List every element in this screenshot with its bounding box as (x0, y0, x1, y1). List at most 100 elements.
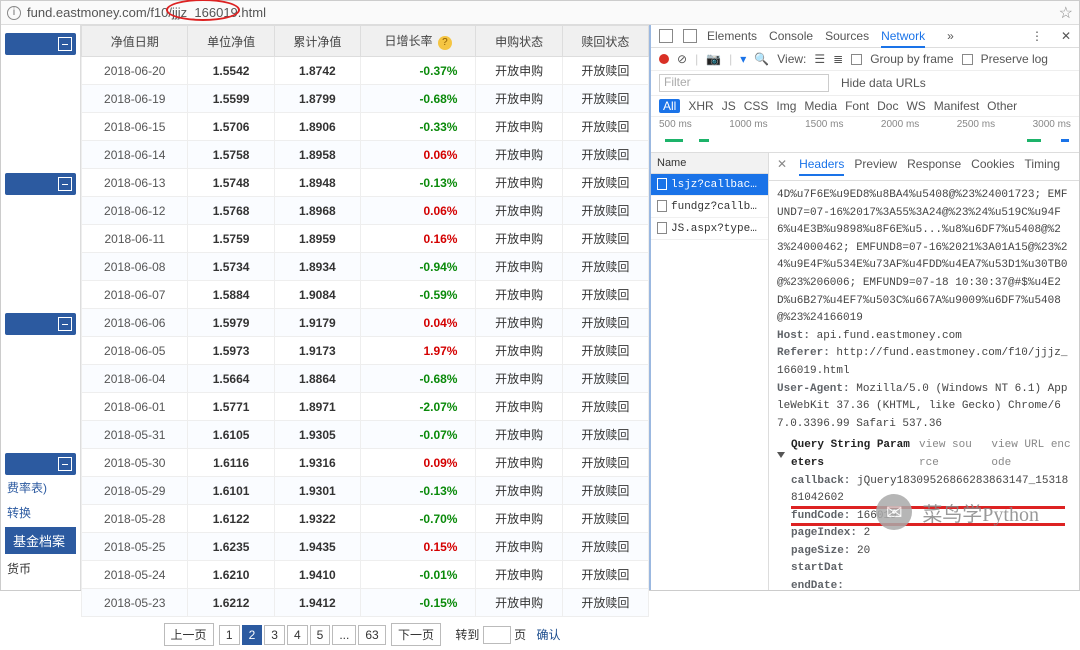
pager-page[interactable]: 3 (264, 625, 285, 645)
table-row: 2018-06-071.58841.9084-0.59%开放申购开放赎回 (82, 281, 649, 309)
pager-confirm[interactable]: 确认 (530, 624, 566, 645)
table-row: 2018-06-061.59791.91790.04%开放申购开放赎回 (82, 309, 649, 337)
filter-type[interactable]: Font (845, 99, 869, 113)
headers-tab[interactable]: Preview (854, 157, 897, 176)
help-icon[interactable]: ? (438, 36, 452, 50)
filter-type[interactable]: Img (776, 99, 796, 113)
cell: 开放赎回 (562, 505, 648, 533)
sidebar-collapse-4[interactable] (5, 453, 76, 475)
preserve-checkbox[interactable] (962, 54, 973, 65)
url-bar[interactable]: i fund.eastmoney.com/f10/jjjz_166019.htm… (1, 1, 1079, 25)
cookie-blob: 4D%u7F6E%u9ED8%u8BA4%u5408@%23%24001723;… (777, 187, 1071, 328)
search-icon[interactable]: 🔍 (754, 52, 769, 66)
request-row[interactable]: lsjz?callback=j... (651, 174, 768, 196)
cell: 开放申购 (476, 85, 562, 113)
clear-icon[interactable]: ⊘ (677, 52, 687, 66)
headers-tab[interactable]: Timing (1025, 157, 1061, 176)
cell: 1.97% (360, 337, 476, 365)
filter-type[interactable]: CSS (744, 99, 769, 113)
devtools-close-icon[interactable]: ✕ (1061, 29, 1071, 43)
chevron-down-icon (777, 452, 785, 458)
view-source-link[interactable]: view source (919, 437, 977, 472)
cell: 开放申购 (476, 365, 562, 393)
cell: 开放赎回 (562, 449, 648, 477)
filter-type[interactable]: JS (722, 99, 736, 113)
filter-type[interactable]: Other (987, 99, 1017, 113)
sidebar-currency-link[interactable]: 货币 (1, 556, 80, 581)
filter-funnel-icon[interactable]: ▾ (740, 52, 746, 66)
filter-type[interactable]: Doc (877, 99, 898, 113)
table-row: 2018-05-231.62121.9412-0.15%开放申购开放赎回 (82, 589, 649, 617)
request-list-header: Name (651, 153, 768, 174)
filter-type[interactable]: Media (804, 99, 837, 113)
filter-type[interactable]: Manifest (934, 99, 979, 113)
filter-type[interactable]: WS (906, 99, 925, 113)
sidebar-fee-link[interactable]: 费率表) (1, 475, 80, 500)
group-checkbox[interactable] (851, 54, 862, 65)
cell: 2018-05-29 (82, 477, 188, 505)
cell: 1.5758 (188, 141, 274, 169)
headers-tab[interactable]: Headers (799, 157, 844, 176)
sidebar-convert-link[interactable]: 转换 (1, 500, 80, 525)
sidebar-archive-link[interactable]: 基金档案 (5, 527, 76, 554)
record-icon[interactable] (659, 54, 669, 64)
devtools-more-tabs[interactable]: » (947, 29, 954, 43)
query-param: endDate: (791, 578, 1071, 590)
col-header: 赎回状态 (562, 26, 648, 57)
pager-goto-input[interactable] (483, 626, 511, 644)
pager-page[interactable]: 2 (242, 625, 263, 645)
view-label: View: (777, 52, 806, 66)
pager-next[interactable]: 下一页 (391, 623, 441, 646)
bookmark-star-icon[interactable]: ☆ (1059, 3, 1073, 23)
request-row[interactable]: fundgz?callbac... (651, 196, 768, 218)
devtools-tab[interactable]: Elements (707, 29, 757, 43)
filter-type[interactable]: All (659, 99, 680, 113)
cell: 开放赎回 (562, 225, 648, 253)
devtools-tab[interactable]: Console (769, 29, 813, 43)
view-large-icon[interactable]: ☰ (814, 52, 825, 66)
sidebar-collapse-1[interactable] (5, 33, 76, 55)
headers-close-icon[interactable]: ✕ (777, 157, 787, 176)
info-icon: i (7, 6, 21, 20)
filter-input[interactable]: Filter (659, 74, 829, 92)
qsp-section-title[interactable]: Query String Parameters view source view… (777, 437, 1071, 472)
pager-prev[interactable]: 上一页 (164, 623, 214, 646)
cell: -0.07% (360, 421, 476, 449)
devtools-tab[interactable]: Sources (825, 29, 869, 43)
request-row[interactable]: JS.aspx?type=... (651, 218, 768, 240)
cell: 2018-06-20 (82, 57, 188, 85)
cell: -0.33% (360, 113, 476, 141)
cell: 1.5599 (188, 85, 274, 113)
view-url-encode-link[interactable]: view URL encode (991, 437, 1071, 472)
host-value: api.fund.eastmoney.com (817, 330, 962, 342)
watermark-text: 菜鸟学Python (922, 498, 1039, 527)
capture-icon[interactable]: 📷 (706, 52, 721, 66)
filter-type-row: All XHR JS CSS Img Media Font Doc WS Manifest Othe… (651, 96, 1079, 117)
headers-tab[interactable]: Cookies (971, 157, 1014, 176)
cell: 开放赎回 (562, 365, 648, 393)
pager-page[interactable]: 63 (358, 625, 385, 645)
cell: 2018-05-30 (82, 449, 188, 477)
cell: 开放申购 (476, 57, 562, 85)
query-param: pageSize: 20 (791, 543, 1071, 561)
devtools-menu-icon[interactable]: ⋮ (1031, 29, 1043, 43)
cell: -0.13% (360, 169, 476, 197)
pager-page[interactable]: 5 (310, 625, 331, 645)
pager-page[interactable]: 4 (287, 625, 308, 645)
sidebar-collapse-2[interactable] (5, 173, 76, 195)
pager-page[interactable]: 1 (219, 625, 240, 645)
network-timeline[interactable]: 500 ms1000 ms1500 ms2000 ms2500 ms3000 m… (651, 117, 1079, 153)
device-toggle-icon[interactable] (683, 29, 697, 43)
devtools-tab[interactable]: Network (881, 29, 925, 48)
col-header: 单位净值 (188, 26, 274, 57)
cell: 开放赎回 (562, 589, 648, 617)
pager-page[interactable]: ... (332, 625, 356, 645)
pager-goto-label: 转到 (455, 628, 479, 642)
cell: 开放赎回 (562, 533, 648, 561)
cell: 1.9305 (274, 421, 360, 449)
headers-tab[interactable]: Response (907, 157, 961, 176)
sidebar-collapse-3[interactable] (5, 313, 76, 335)
filter-type[interactable]: XHR (688, 99, 713, 113)
view-small-icon[interactable]: ≣ (833, 52, 843, 66)
inspect-icon[interactable] (659, 29, 673, 43)
